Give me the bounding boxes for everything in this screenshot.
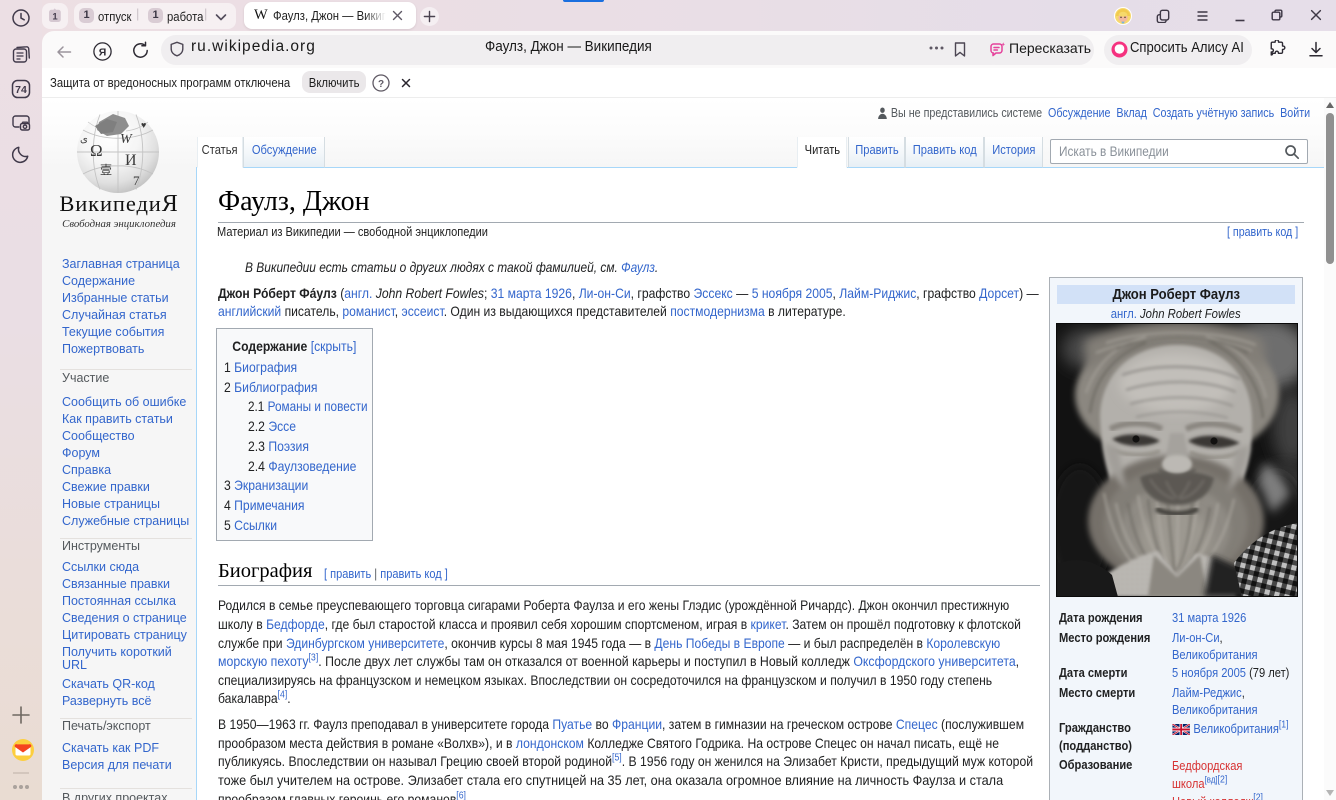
svg-text:7: 7 [133, 173, 140, 188]
svg-text:74: 74 [15, 84, 27, 96]
svg-text:И: И [125, 152, 137, 169]
svg-text:ی: ی [80, 134, 88, 145]
svg-text:W: W [120, 132, 133, 147]
svg-text:1: 1 [52, 11, 58, 22]
svg-text:Я: Я [99, 47, 107, 59]
svg-text:?: ? [378, 79, 384, 90]
svg-text:壹: 壹 [100, 163, 112, 177]
svg-text:Ω: Ω [90, 141, 103, 160]
svg-text:♥: ♥ [141, 120, 146, 130]
